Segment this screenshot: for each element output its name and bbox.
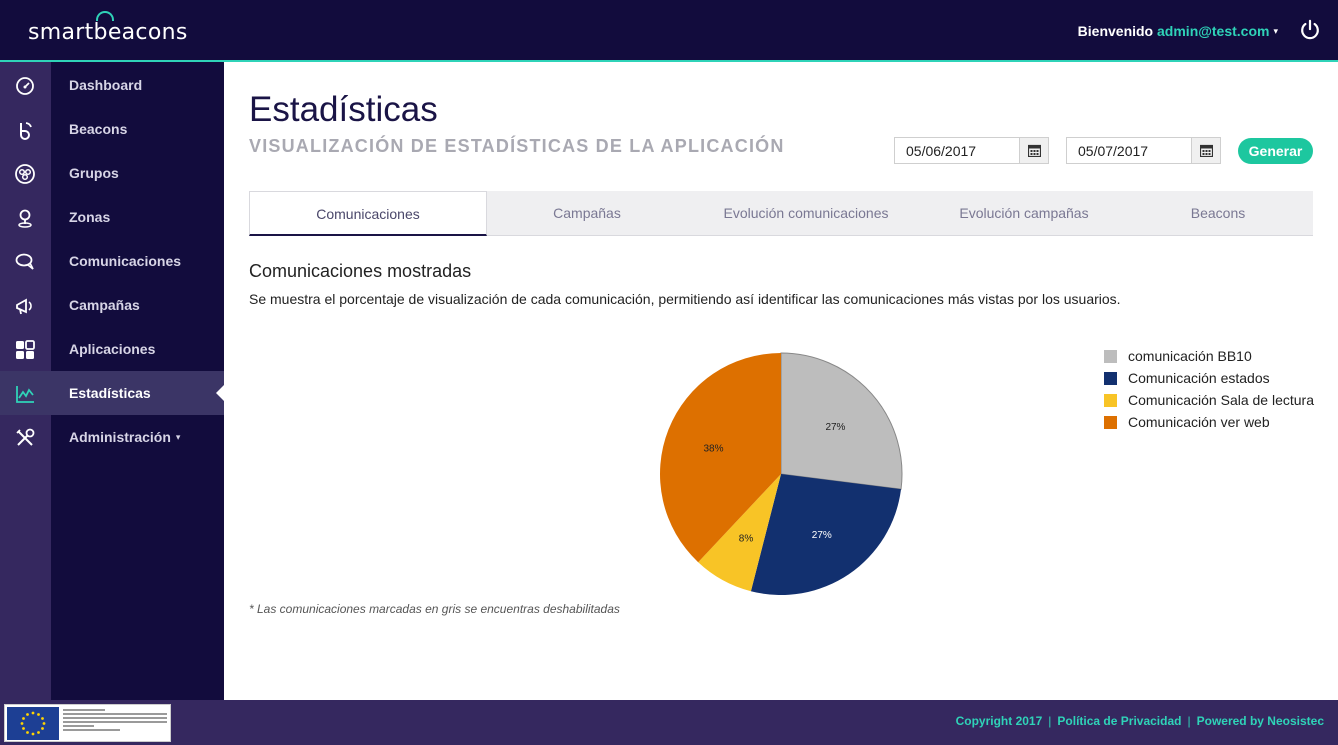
- sidebar-item-label: Estadísticas: [69, 385, 151, 401]
- administracion-label: Administración: [69, 429, 171, 445]
- copyright-text: Copyright 2017: [955, 714, 1043, 728]
- sidebar-item-beacons[interactable]: Beacons: [0, 107, 224, 151]
- tab-campanas[interactable]: Campañas: [487, 191, 687, 236]
- legend-swatch: [1104, 416, 1117, 429]
- groups-icon: [15, 164, 35, 184]
- gauge-icon: [16, 77, 34, 95]
- pie-slice-label: 38%: [703, 443, 723, 454]
- tab-evolucion-comunicaciones[interactable]: Evolución comunicaciones: [687, 191, 925, 236]
- logo-prefix: smart: [28, 20, 94, 45]
- section-title: Comunicaciones mostradas: [249, 261, 472, 281]
- legend-label: comunicación BB10: [1128, 348, 1252, 364]
- welcome-label: Bienvenido: [1077, 23, 1154, 39]
- legend-label: Comunicación estados: [1128, 370, 1270, 386]
- footer-separator: |: [1048, 714, 1052, 728]
- date-from-group: [894, 137, 1049, 164]
- communications-pie-chart: 27% 27% 8% 38%: [660, 352, 903, 595]
- sidebar-item-label: Aplicaciones: [69, 341, 156, 357]
- sidebar-item-label: Campañas: [69, 297, 140, 313]
- chevron-down-icon: ▾: [175, 432, 181, 442]
- legend-swatch: [1104, 350, 1117, 363]
- sidebar-item-label: Comunicaciones: [69, 253, 182, 269]
- beacon-icon: [20, 122, 32, 140]
- privacy-policy-link[interactable]: Política de Privacidad: [1057, 714, 1181, 728]
- pie-slice-label: 27%: [825, 422, 845, 433]
- footer-separator: |: [1187, 714, 1191, 728]
- eu-flag-icon: [7, 707, 59, 740]
- eu-funding-text-lines: [63, 709, 167, 737]
- sidebar-item-label: Grupos: [69, 165, 119, 181]
- sidebar-item-label: Administración ▾: [69, 429, 180, 445]
- footer: Copyright 2017 | Política de Privacidad | Po…: [0, 700, 1338, 745]
- sidebar-item-dashboard[interactable]: Dashboard: [0, 63, 224, 107]
- chevron-down-icon: ▾: [1273, 26, 1278, 36]
- logo-b: b: [93, 11, 114, 45]
- smartbeacons-logo[interactable]: smartbeacons: [28, 11, 188, 45]
- legend-label: Comunicación Sala de lectura: [1128, 392, 1314, 408]
- date-from-calendar-button[interactable]: [1019, 138, 1048, 163]
- legend-label: Comunicación ver web: [1128, 414, 1270, 430]
- tools-icon: [16, 428, 35, 446]
- footer-links: Copyright 2017 | Política de Privacidad | Po…: [956, 714, 1324, 728]
- tab-comunicaciones[interactable]: Comunicaciones: [249, 191, 487, 236]
- power-icon[interactable]: [1299, 19, 1321, 41]
- page-subtitle: VISUALIZACIÓN DE ESTADÍSTICAS DE LA APLI…: [249, 136, 785, 156]
- legend-swatch: [1104, 394, 1117, 407]
- grid-icon: [16, 340, 35, 359]
- sidebar-item-campanas[interactable]: Campañas: [0, 283, 224, 327]
- tab-beacons[interactable]: Beacons: [1123, 191, 1313, 236]
- sidebar-item-administracion[interactable]: Administración ▾: [0, 415, 224, 459]
- section-description: Se muestra el porcentaje de visualizació…: [249, 291, 1121, 307]
- pie-slice-label: 27%: [812, 530, 832, 541]
- stats-tabs: Comunicaciones Campañas Evolución comuni…: [249, 191, 1313, 236]
- sidebar-item-zonas[interactable]: Zonas: [0, 195, 224, 239]
- user-email: admin@test.com: [1157, 23, 1270, 39]
- sidebar-item-label: Zonas: [69, 209, 111, 225]
- legend-swatch: [1104, 372, 1117, 385]
- sidebar-item-grupos[interactable]: Grupos: [0, 151, 224, 195]
- powered-by-link[interactable]: Powered by Neosistec: [1197, 714, 1324, 728]
- date-to-group: [1066, 137, 1221, 164]
- sidebar-item-label: Dashboard: [69, 77, 143, 93]
- user-menu[interactable]: Bienvenido admin@test.com ▾: [1078, 23, 1278, 39]
- page-title: Estadísticas: [249, 90, 438, 129]
- sidebar-item-aplicaciones[interactable]: Aplicaciones: [0, 327, 224, 371]
- chat-icon: [15, 253, 34, 270]
- calendar-icon: [1028, 144, 1041, 157]
- line-chart-icon: [16, 386, 34, 403]
- date-from-input[interactable]: [895, 138, 1021, 163]
- generate-button[interactable]: Generar: [1238, 138, 1313, 164]
- calendar-icon: [1200, 144, 1213, 157]
- sidebar-item-estadisticas[interactable]: Estadísticas: [0, 371, 224, 415]
- eu-funding-logo: [4, 704, 171, 742]
- logo-suffix: eacons: [107, 20, 188, 45]
- date-to-input[interactable]: [1067, 138, 1193, 163]
- tab-evolucion-campanas[interactable]: Evolución campañas: [925, 191, 1123, 236]
- footnote: * Las comunicaciones marcadas en gris se…: [249, 602, 620, 616]
- pie-slice-label: 8%: [739, 534, 754, 545]
- date-to-calendar-button[interactable]: [1191, 138, 1220, 163]
- top-bar: smartbeacons Bienvenido admin@test.com ▾: [0, 0, 1338, 62]
- sidebar-item-comunicaciones[interactable]: Comunicaciones: [0, 239, 224, 283]
- sidebar-item-label: Beacons: [69, 121, 128, 137]
- location-pin-icon: [18, 209, 32, 228]
- megaphone-icon: [16, 298, 32, 315]
